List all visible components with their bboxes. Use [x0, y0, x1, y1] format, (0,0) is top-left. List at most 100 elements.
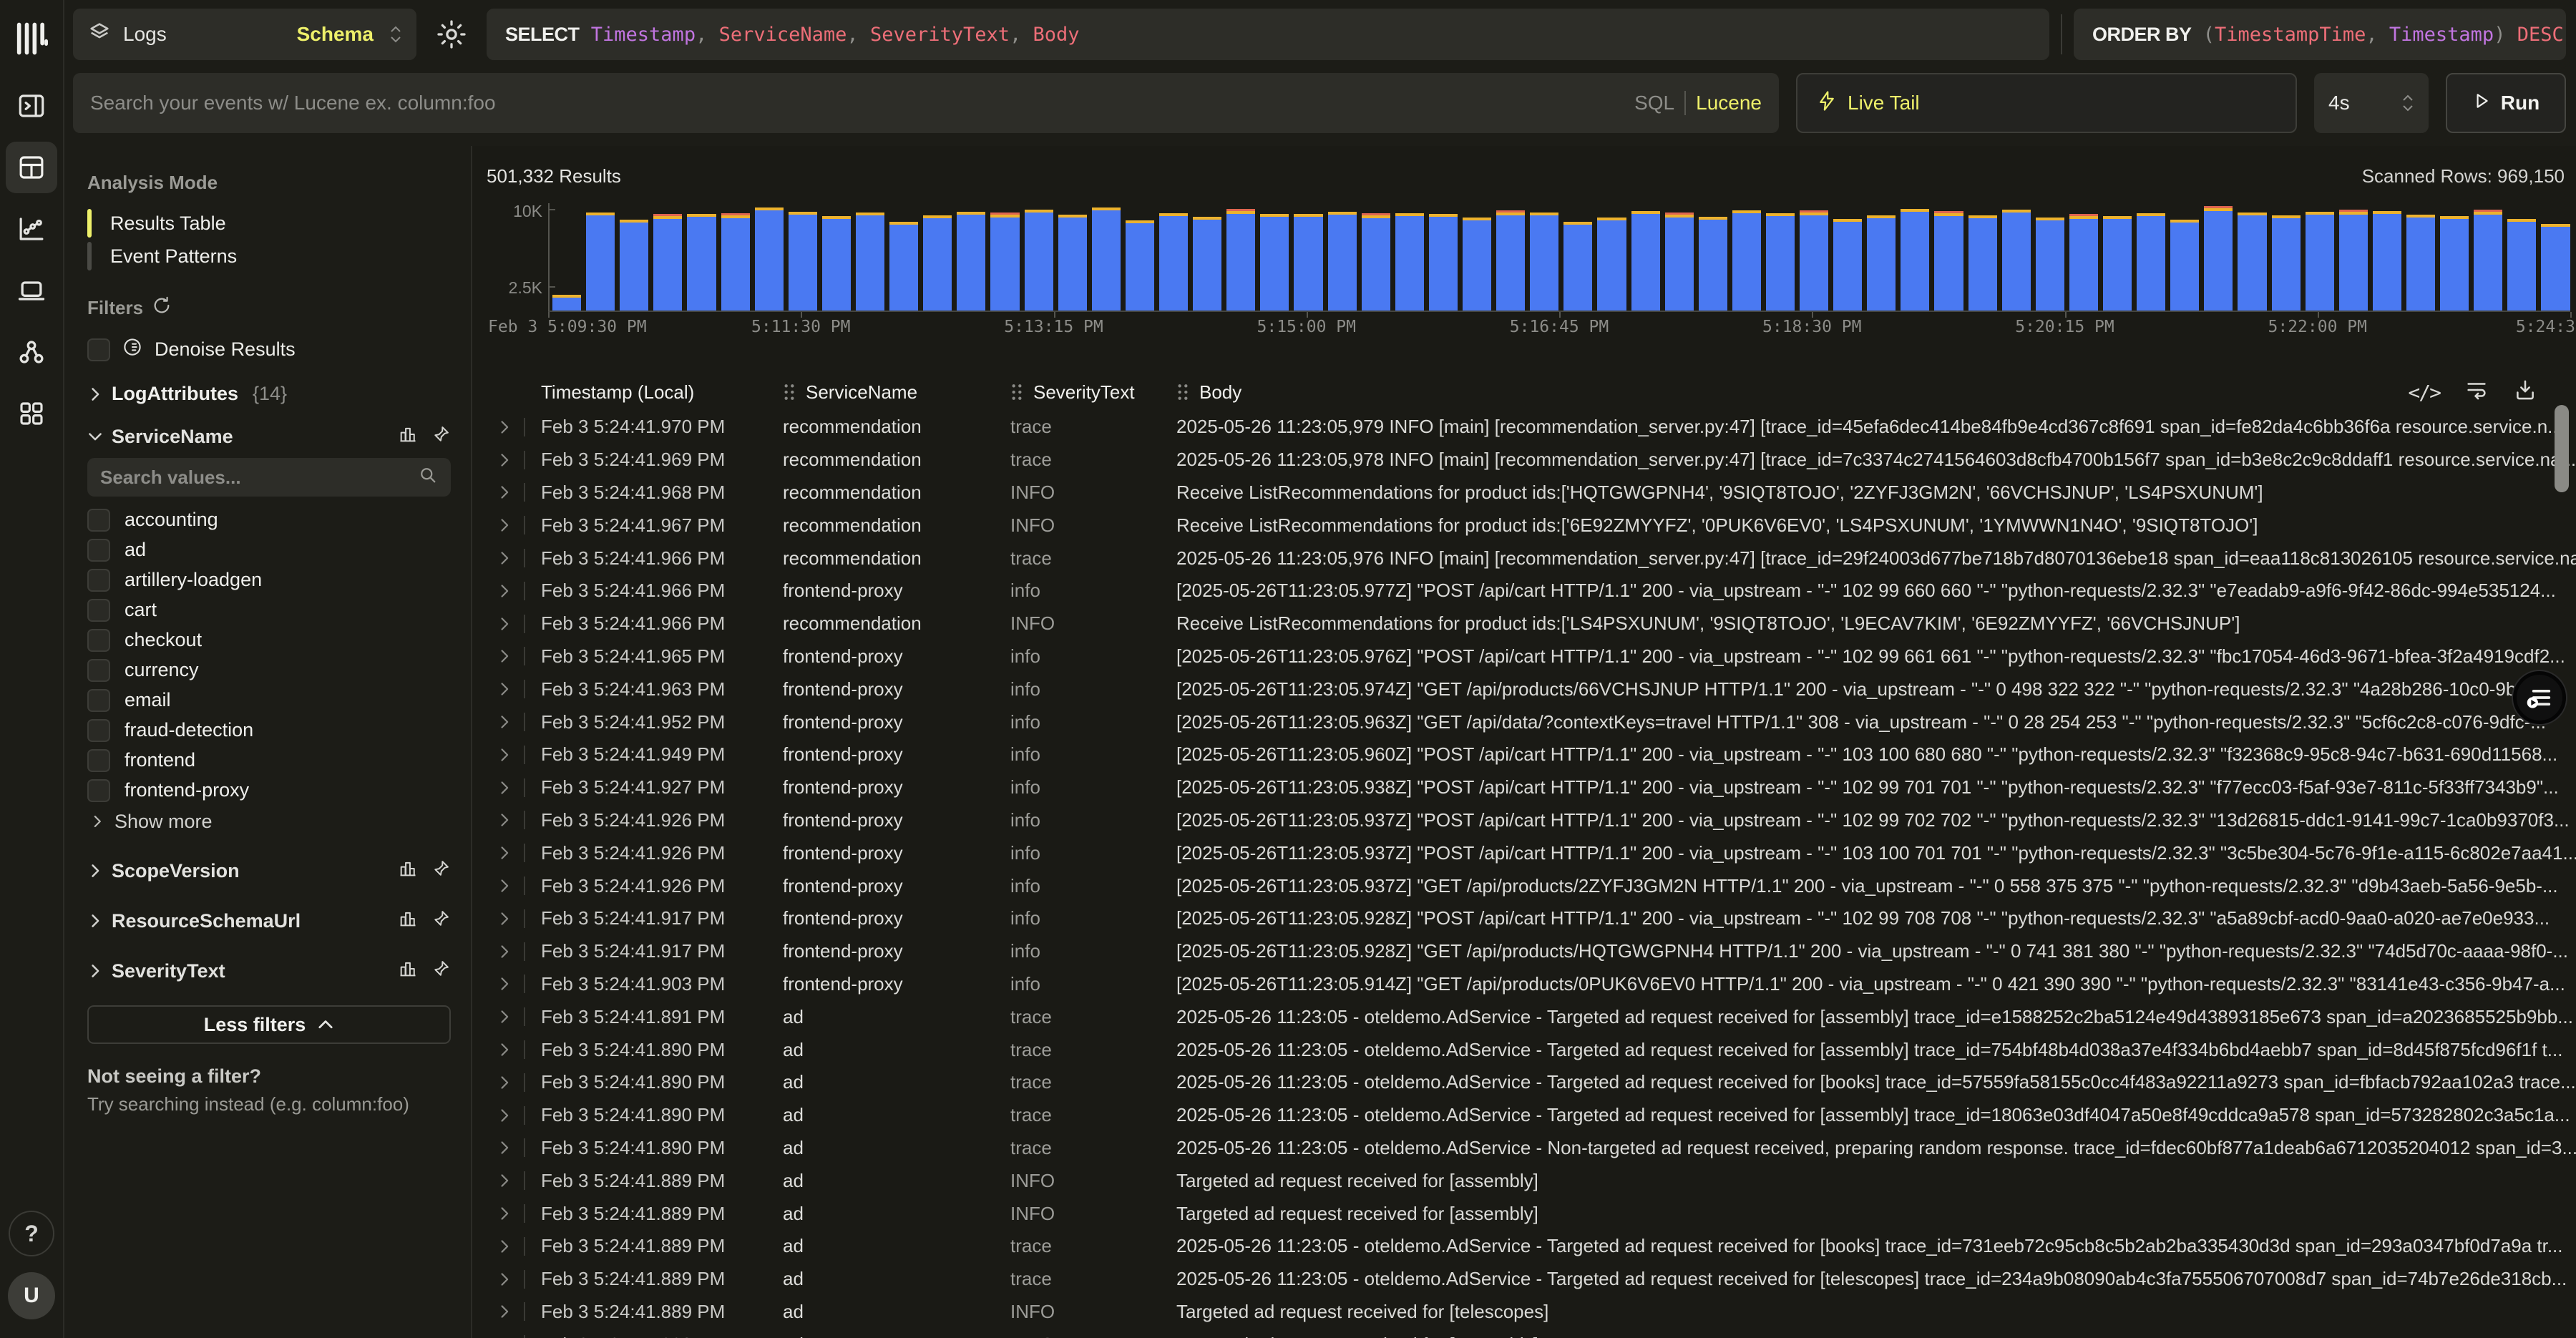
live-tail-button[interactable]: Live Tail	[1796, 73, 2297, 133]
histogram-bar[interactable]	[822, 216, 851, 311]
row-expand-chevron-icon[interactable]	[497, 1206, 512, 1221]
histogram-bar[interactable]	[789, 212, 817, 311]
row-expand-chevron-icon[interactable]	[497, 616, 512, 632]
interval-updown-chevrons-icon[interactable]	[2401, 94, 2414, 112]
histogram-bar[interactable]	[1665, 213, 1694, 311]
histogram-bar[interactable]	[586, 213, 615, 311]
orderby-editor[interactable]: ORDER BY (TimestampTime, Timestamp) DESC	[2074, 9, 2566, 60]
value-search-box[interactable]	[87, 458, 451, 497]
refresh-icon[interactable]	[152, 296, 172, 321]
service-filter-accounting[interactable]: accounting	[87, 505, 451, 534]
checkbox[interactable]	[87, 509, 110, 532]
pin-icon[interactable]	[431, 959, 451, 984]
histogram-bar[interactable]	[1530, 213, 1558, 311]
table-row[interactable]: Feb 3 5:24:41.917 PM frontend-proxy info…	[487, 935, 2576, 968]
histogram-bar[interactable]	[2170, 220, 2199, 311]
table-row[interactable]: Feb 3 5:24:41.926 PM frontend-proxy info…	[487, 836, 2576, 869]
histogram-bar[interactable]	[1901, 209, 1929, 311]
drag-handle-icon[interactable]	[783, 383, 796, 401]
table-row[interactable]: Feb 3 5:24:41.917 PM frontend-proxy info…	[487, 902, 2576, 935]
chart-view-nav-icon[interactable]	[6, 203, 57, 255]
row-expand-chevron-icon[interactable]	[497, 419, 512, 435]
table-row[interactable]: Feb 3 5:24:41.889 PM ad INFO Targeted ad…	[487, 1164, 2576, 1197]
service-filter-frontend[interactable]: frontend	[87, 746, 451, 775]
col-header-servicename[interactable]: ServiceName	[783, 381, 1010, 404]
histogram-bar[interactable]	[2103, 216, 2132, 311]
vertical-scrollbar-thumb[interactable]	[2555, 405, 2569, 492]
histogram-bar[interactable]	[1968, 215, 1997, 311]
row-expand-chevron-icon[interactable]	[497, 1042, 512, 1058]
row-expand-chevron-icon[interactable]	[497, 648, 512, 664]
table-row[interactable]: Feb 3 5:24:41.952 PM frontend-proxy info…	[487, 705, 2576, 738]
checkbox[interactable]	[87, 749, 110, 772]
row-expand-chevron-icon[interactable]	[497, 1009, 512, 1025]
mini-chart-icon[interactable]	[398, 424, 418, 449]
table-row[interactable]: Feb 3 5:24:41.891 PM ad trace 2025-05-26…	[487, 1000, 2576, 1033]
value-search-input[interactable]	[100, 467, 418, 489]
histogram-bar[interactable]	[2069, 214, 2098, 311]
histogram-bar[interactable]	[1563, 222, 1592, 311]
histogram-bar[interactable]	[1429, 214, 1458, 311]
checkbox[interactable]	[87, 629, 110, 652]
code-icon[interactable]: </>	[2408, 381, 2440, 404]
table-row[interactable]: Feb 3 5:24:41.889 PM ad INFO Targeted ad…	[487, 1296, 2576, 1329]
sql-toggle[interactable]: SQL	[1634, 92, 1674, 114]
service-filter-currency[interactable]: currency	[87, 655, 451, 685]
checkbox[interactable]	[87, 689, 110, 712]
histogram-bar[interactable]	[2507, 219, 2536, 311]
histogram-bar[interactable]	[2373, 211, 2401, 311]
histogram-bar[interactable]	[2474, 210, 2502, 311]
histogram-bar[interactable]	[2306, 212, 2334, 311]
pin-icon[interactable]	[431, 909, 451, 934]
histogram-bar[interactable]	[957, 212, 985, 311]
histogram-bar[interactable]	[1631, 211, 1660, 311]
histogram-bar[interactable]	[2204, 206, 2233, 311]
histogram-bar[interactable]	[856, 213, 884, 311]
histogram-bar[interactable]	[2002, 210, 2031, 311]
histogram-bar[interactable]	[1766, 213, 1795, 311]
checkbox[interactable]	[87, 569, 110, 592]
histogram-bar[interactable]	[552, 295, 581, 311]
table-view-nav-icon[interactable]	[6, 142, 57, 193]
histogram-bar[interactable]	[721, 213, 750, 311]
pin-icon[interactable]	[431, 859, 451, 884]
table-row[interactable]: Feb 3 5:24:41.890 PM ad trace 2025-05-26…	[487, 1066, 2576, 1099]
histogram-bar[interactable]	[1226, 209, 1255, 311]
histogram-bar[interactable]	[1800, 210, 1828, 311]
row-expand-chevron-icon[interactable]	[497, 878, 512, 894]
row-expand-chevron-icon[interactable]	[497, 1271, 512, 1287]
drag-handle-icon[interactable]	[1010, 383, 1023, 401]
table-row[interactable]: Feb 3 5:24:41.890 PM ad trace 2025-05-26…	[487, 1132, 2576, 1165]
histogram-bar[interactable]	[2339, 210, 2368, 311]
row-expand-chevron-icon[interactable]	[497, 583, 512, 599]
histogram-bar[interactable]	[620, 220, 648, 311]
histogram-bar[interactable]	[889, 222, 918, 311]
hyperdx-logo-icon[interactable]	[6, 13, 57, 64]
analysis-mode-item-results-table[interactable]: Results Table	[87, 207, 451, 240]
row-expand-chevron-icon[interactable]	[497, 976, 512, 992]
histogram-bar[interactable]	[1126, 220, 1154, 311]
histogram-bar[interactable]	[1463, 218, 1491, 311]
table-row[interactable]: Feb 3 5:24:41.890 PM ad trace 2025-05-26…	[487, 1033, 2576, 1066]
row-expand-chevron-icon[interactable]	[497, 911, 512, 927]
table-row[interactable]: Feb 3 5:24:41.969 PM recommendation trac…	[487, 444, 2576, 477]
histogram-bar[interactable]	[2406, 215, 2435, 311]
table-row[interactable]: Feb 3 5:24:41.968 PM recommendation INFO…	[487, 477, 2576, 509]
row-expand-chevron-icon[interactable]	[497, 1239, 512, 1254]
table-row[interactable]: Feb 3 5:24:41.889 PM ad trace 2025-05-26…	[487, 1230, 2576, 1263]
histogram-bar[interactable]	[2238, 213, 2266, 311]
histogram-bar[interactable]	[1159, 213, 1188, 311]
histogram-bar[interactable]	[1833, 219, 1862, 311]
row-expand-chevron-icon[interactable]	[497, 944, 512, 959]
checkbox[interactable]	[87, 659, 110, 682]
table-row[interactable]: Feb 3 5:24:41.926 PM frontend-proxy info…	[487, 869, 2576, 902]
search-input[interactable]	[90, 92, 1621, 114]
table-row[interactable]: Feb 3 5:24:41.889 PM ad trace 2025-05-26…	[487, 1263, 2576, 1296]
table-row[interactable]: Feb 3 5:24:41.949 PM frontend-proxy info…	[487, 738, 2576, 771]
show-more[interactable]: Show more	[87, 806, 451, 836]
row-expand-chevron-icon[interactable]	[497, 1075, 512, 1090]
service-filter-artillery-loadgen[interactable]: artillery-loadgen	[87, 565, 451, 595]
row-expand-chevron-icon[interactable]	[497, 1173, 512, 1188]
histogram-bar[interactable]	[1934, 211, 1963, 311]
row-expand-chevron-icon[interactable]	[497, 452, 512, 468]
